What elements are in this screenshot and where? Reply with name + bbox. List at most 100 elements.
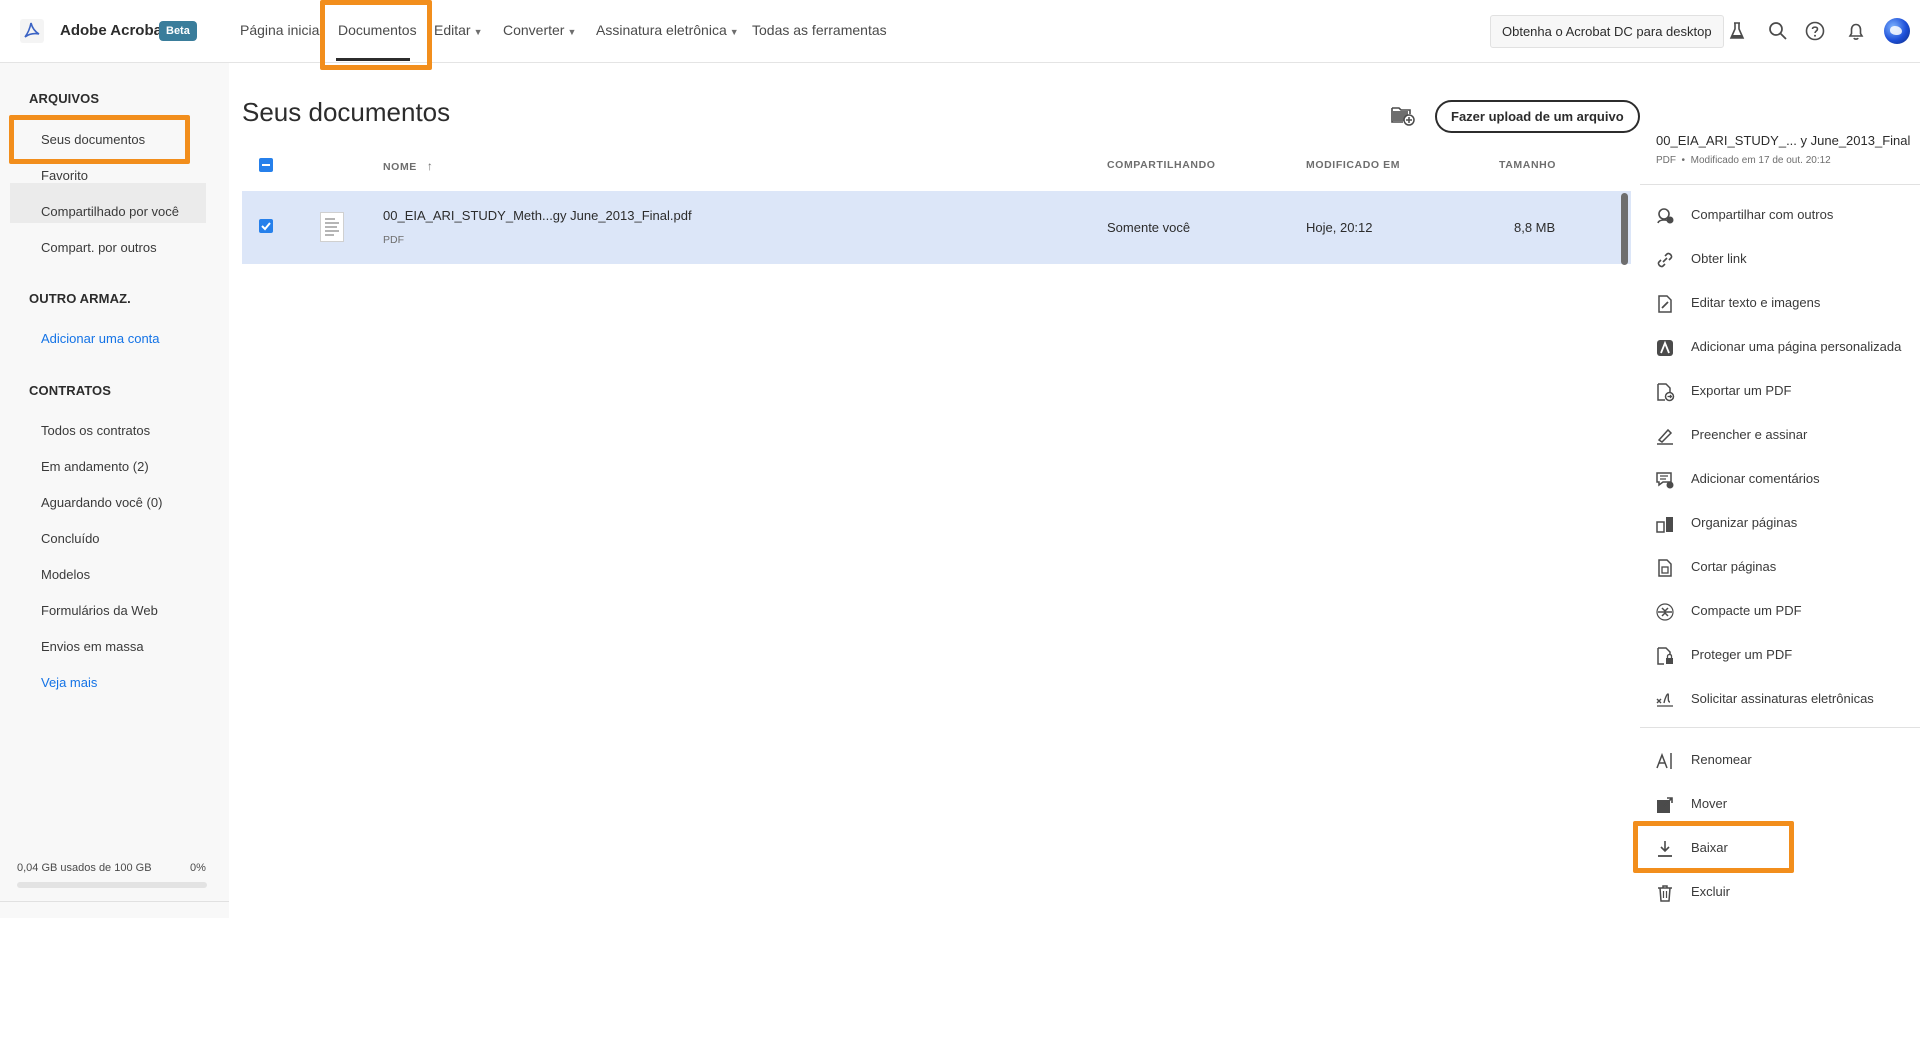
panel-file-type: PDF xyxy=(1656,155,1676,166)
action-label: Proteger um PDF xyxy=(1691,647,1793,662)
nav-convert[interactable]: Converter ▼ xyxy=(503,22,576,38)
app-name[interactable]: Adobe Acrobat xyxy=(60,22,167,39)
storage-usage-text: 0,04 GB usados de 100 GB xyxy=(17,862,152,874)
action-label: Renomear xyxy=(1691,752,1752,767)
nav-esign[interactable]: Assinatura eletrônica ▼ xyxy=(596,22,739,38)
action-add-custom-page[interactable]: Adicionar uma página personalizada xyxy=(1655,336,1920,360)
sidebar-item-all-contracts[interactable]: Todos os contratos xyxy=(41,423,150,438)
chevron-down-icon: ▼ xyxy=(729,27,739,37)
add-account-link[interactable]: Adicionar uma conta xyxy=(41,331,160,346)
file-modified: Hoje, 20:12 xyxy=(1306,220,1373,235)
action-label: Compartilhar com outros xyxy=(1691,207,1834,222)
sidebar-item-completed[interactable]: Concluído xyxy=(41,531,100,546)
sidebar-item-shared-by-others[interactable]: Compart. por outros xyxy=(41,240,157,255)
panel-file-meta: PDF • Modificado em 17 de out. 20:12 xyxy=(1656,155,1831,166)
table-row[interactable] xyxy=(242,191,1631,264)
get-desktop-button[interactable]: Obtenha o Acrobat DC para desktop xyxy=(1490,15,1724,48)
files-heading: ARQUIVOS xyxy=(29,91,100,106)
upload-file-button[interactable]: Fazer upload de um arquivo xyxy=(1435,100,1640,133)
nav-home-label: Página inicial xyxy=(240,22,323,38)
column-header-sharing[interactable]: COMPARTILHANDO xyxy=(1107,159,1216,171)
row-checkbox[interactable] xyxy=(259,219,273,233)
crop-icon xyxy=(1658,559,1672,577)
new-folder-icon[interactable] xyxy=(1391,104,1415,126)
nav-edit[interactable]: Editar ▼ xyxy=(434,22,483,38)
sidebar-item-bulk-sends[interactable]: Envios em massa xyxy=(41,639,144,654)
bell-icon[interactable] xyxy=(1845,20,1867,42)
column-header-modified[interactable]: MODIFICADO EM xyxy=(1306,159,1400,171)
beaker-icon[interactable] xyxy=(1726,20,1748,42)
nav-esign-label: Assinatura eletrônica xyxy=(596,22,727,38)
chevron-down-icon: ▼ xyxy=(567,27,577,37)
file-name[interactable]: 00_EIA_ARI_STUDY_Meth...gy June_2013_Fin… xyxy=(383,208,692,223)
action-move[interactable]: Mover xyxy=(1655,793,1920,817)
action-compress-pdf[interactable]: Compacte um PDF xyxy=(1655,600,1920,624)
action-label: Obter link xyxy=(1691,251,1747,266)
action-label: Mover xyxy=(1691,796,1728,811)
action-protect-pdf[interactable]: Proteger um PDF xyxy=(1655,644,1920,668)
panel-divider xyxy=(1640,727,1920,728)
action-label: Solicitar assinaturas eletrônicas xyxy=(1691,691,1874,706)
sort-ascending-icon[interactable]: ↑ xyxy=(427,159,434,173)
column-header-size[interactable]: TAMANHO xyxy=(1499,159,1556,171)
panel-file-modified: Modificado em 17 de out. 20:12 xyxy=(1690,155,1831,166)
top-bar: Adobe Acrobat Beta Página inicial Docume… xyxy=(0,0,1920,70)
sidebar-item-waiting-for-you[interactable]: Aguardando você (0) xyxy=(41,495,162,510)
action-edit-text-images[interactable]: Editar texto e imagens xyxy=(1655,292,1920,316)
sidebar-item-templates[interactable]: Modelos xyxy=(41,567,90,582)
nav-edit-label: Editar xyxy=(434,22,471,38)
column-header-name[interactable]: NOME ↑ xyxy=(383,159,434,173)
action-delete[interactable]: Excluir xyxy=(1655,881,1920,905)
acrobat-logo-icon[interactable] xyxy=(20,19,44,43)
beta-badge: Beta xyxy=(159,21,197,41)
action-label: Adicionar uma página personalizada xyxy=(1691,339,1902,354)
action-rename[interactable]: Renomear xyxy=(1655,749,1920,773)
search-icon[interactable] xyxy=(1767,20,1789,42)
share-people-icon xyxy=(1657,208,1674,224)
page-title: Seus documentos xyxy=(242,97,451,127)
action-label: Excluir xyxy=(1691,884,1731,899)
storage-usage-bar xyxy=(17,882,207,888)
user-avatar[interactable] xyxy=(1884,18,1910,44)
export-pdf-icon xyxy=(1657,383,1675,402)
see-more-link[interactable]: Veja mais xyxy=(41,675,97,690)
action-fill-sign[interactable]: Preencher e assinar xyxy=(1655,424,1920,448)
column-name-label: NOME xyxy=(383,161,417,173)
adobe-express-icon xyxy=(1657,340,1673,356)
storage-usage-percent: 0% xyxy=(190,862,206,874)
nav-all-tools-label: Todas as ferramentas xyxy=(752,22,887,38)
contracts-heading: CONTRATOS xyxy=(29,383,112,398)
left-sidebar: ARQUIVOS Seus documentos Favorito Compar… xyxy=(0,63,229,980)
action-label: Adicionar comentários xyxy=(1691,471,1820,486)
select-all-checkbox[interactable] xyxy=(259,158,273,172)
organize-pages-icon xyxy=(1656,517,1673,533)
action-organize-pages[interactable]: Organizar páginas xyxy=(1655,512,1920,536)
other-storage-heading: OUTRO ARMAZ. xyxy=(29,291,131,306)
action-label: Compacte um PDF xyxy=(1691,603,1802,618)
sidebar-item-shared-by-you[interactable]: Compartilhado por você xyxy=(41,204,179,219)
action-get-link[interactable]: Obter link xyxy=(1655,248,1920,272)
edit-pdf-icon xyxy=(1658,295,1672,313)
action-share[interactable]: Compartilhar com outros xyxy=(1655,204,1920,228)
sidebar-item-web-forms[interactable]: Formulários da Web xyxy=(41,603,158,618)
highlight-documents-tab xyxy=(320,0,432,70)
pen-sign-icon xyxy=(1657,428,1673,445)
request-signature-icon xyxy=(1656,693,1673,707)
chevron-down-icon: ▼ xyxy=(473,27,483,37)
action-export-pdf[interactable]: Exportar um PDF xyxy=(1655,380,1920,404)
action-request-esign[interactable]: Solicitar assinaturas eletrônicas xyxy=(1655,688,1920,712)
sidebar-divider xyxy=(0,901,229,902)
nav-all-tools[interactable]: Todas as ferramentas xyxy=(752,22,887,38)
checkmark-icon xyxy=(261,222,271,231)
nav-convert-label: Converter xyxy=(503,22,565,38)
nav-home[interactable]: Página inicial xyxy=(240,22,323,38)
scrollbar[interactable] xyxy=(1621,193,1628,265)
help-icon[interactable] xyxy=(1804,20,1826,42)
sidebar-item-favorites[interactable]: Favorito xyxy=(41,168,88,183)
lock-pdf-icon xyxy=(1657,647,1673,665)
rename-icon xyxy=(1656,752,1672,769)
action-add-comments[interactable]: Adicionar comentários xyxy=(1655,468,1920,492)
file-type: PDF xyxy=(383,234,404,246)
sidebar-item-in-progress[interactable]: Em andamento (2) xyxy=(41,459,149,474)
action-crop-pages[interactable]: Cortar páginas xyxy=(1655,556,1920,580)
